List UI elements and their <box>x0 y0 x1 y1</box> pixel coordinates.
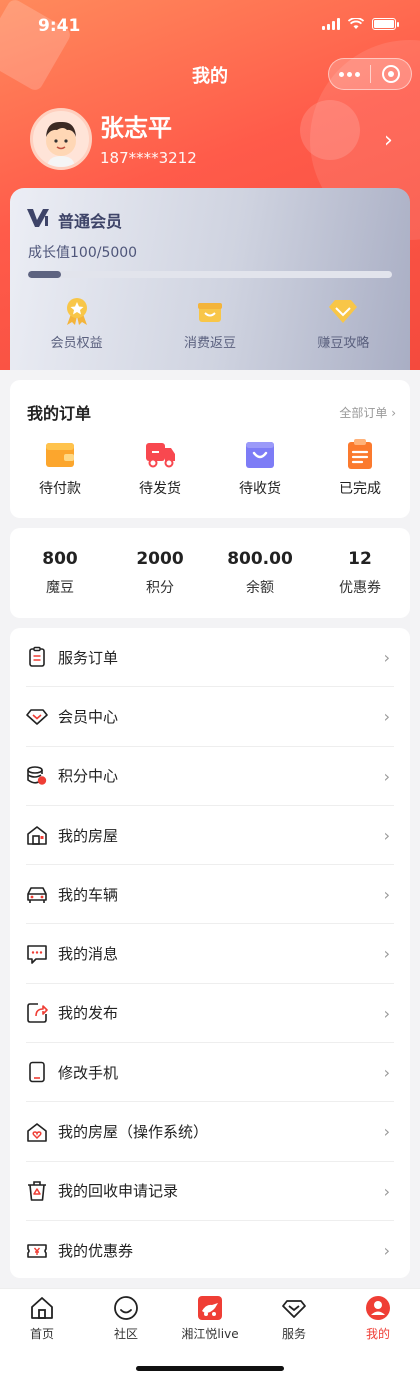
order-status-row: 待付款 待发货 待收货 已完成 <box>10 438 410 498</box>
profile-header: 9:41 我的 张志平 187****3212 › 普通会员 成长值100/50… <box>0 0 420 370</box>
points-coins-icon <box>27 765 47 785</box>
clipboard-icon <box>348 439 372 469</box>
growth-progress-fill <box>28 271 61 278</box>
wifi-icon <box>348 18 364 29</box>
chevron-right-icon: › <box>383 1181 390 1201</box>
menu-item-member-center[interactable]: 会员中心 › <box>26 687 394 747</box>
recycle-bin-icon <box>28 1181 46 1201</box>
menu-item-service-orders[interactable]: 服务订单 › <box>26 628 394 688</box>
message-icon <box>27 944 47 964</box>
status-time: 9:41 <box>38 16 81 36</box>
asset-coupons[interactable]: 12 优惠券 <box>310 528 410 618</box>
menu-item-my-posts[interactable]: 我的发布 › <box>26 984 394 1044</box>
all-orders-link[interactable]: 全部订单 › <box>339 404 396 421</box>
house-heart-icon <box>27 1122 47 1142</box>
menu-item-recycle-records[interactable]: 我的回收申请记录 › <box>26 1162 394 1221</box>
coupon-icon <box>27 1243 47 1258</box>
car-icon <box>27 887 47 904</box>
tab-community[interactable]: 社区 <box>84 1289 168 1349</box>
perk-consumption-rebate[interactable]: 消费返豆 <box>143 296 276 351</box>
publish-icon <box>27 1003 48 1023</box>
decorative-bubble-small <box>300 100 360 160</box>
house-icon <box>27 826 47 845</box>
close-target-icon[interactable] <box>370 65 411 83</box>
status-icons <box>322 18 399 30</box>
perk-member-rights[interactable]: 会员权益 <box>10 296 143 351</box>
gift-box-icon <box>195 296 225 326</box>
chevron-right-icon: › <box>383 944 390 964</box>
orders-card: 我的订单 全部订单 › 待付款 待发货 待收货 已完成 <box>10 380 410 518</box>
diamond-icon <box>328 296 358 326</box>
chevron-right-icon: › <box>383 766 390 786</box>
shopping-bag-icon <box>246 442 274 468</box>
more-icon[interactable] <box>329 71 370 77</box>
order-pending-receipt[interactable]: 待收货 <box>210 438 310 498</box>
order-completed[interactable]: 已完成 <box>310 438 410 498</box>
tab-service[interactable]: 服务 <box>252 1289 336 1349</box>
membership-card[interactable]: 普通会员 成长值100/5000 会员权益 消费返豆 赚豆攻略 <box>10 188 410 370</box>
profile-arrow-icon[interactable]: › <box>384 128 393 153</box>
asset-magic-beans[interactable]: 800 魔豆 <box>10 528 110 618</box>
user-phone: 187****3212 <box>100 149 197 167</box>
chevron-right-icon: › <box>383 707 390 727</box>
home-indicator <box>136 1366 284 1371</box>
menu-item-my-vehicle[interactable]: 我的车辆 › <box>26 865 394 925</box>
menu-item-my-coupons[interactable]: 我的优惠券 › <box>26 1221 394 1280</box>
tab-mine[interactable]: 我的 <box>336 1289 420 1349</box>
signal-icon <box>322 18 340 30</box>
service-icon <box>282 1300 306 1318</box>
assets-card: 800 魔豆 2000 积分 800.00 余额 12 优惠券 <box>10 528 410 618</box>
bottom-tab-bar: 首页 社区 湘江悦live 服务 我的 <box>0 1288 420 1381</box>
vip-logo-icon <box>27 209 49 227</box>
medal-icon <box>62 296 92 326</box>
perk-list: 会员权益 消费返豆 赚豆攻略 <box>10 296 410 351</box>
order-pending-payment[interactable]: 待付款 <box>10 438 110 498</box>
status-bar: 9:41 <box>0 0 420 52</box>
live-icon <box>198 1296 222 1320</box>
asset-points[interactable]: 2000 积分 <box>110 528 210 618</box>
growth-value: 成长值100/5000 <box>28 245 138 261</box>
smile-icon <box>114 1296 138 1320</box>
chevron-right-icon: › <box>383 1240 390 1260</box>
chevron-right-icon: › <box>391 406 396 420</box>
menu-item-my-messages[interactable]: 我的消息 › <box>26 924 394 984</box>
chevron-right-icon: › <box>383 648 390 667</box>
orders-title: 我的订单 <box>27 404 92 423</box>
menu-item-points-center[interactable]: 积分中心 › <box>26 747 394 806</box>
growth-progress-bar <box>28 271 392 278</box>
tab-home[interactable]: 首页 <box>0 1289 84 1349</box>
mini-program-capsule[interactable] <box>328 58 412 90</box>
menu-item-change-phone[interactable]: 修改手机 › <box>26 1043 394 1103</box>
profile-icon <box>366 1296 390 1320</box>
order-pending-shipment[interactable]: 待发货 <box>110 438 210 498</box>
chevron-right-icon: › <box>383 885 390 905</box>
service-order-icon <box>29 646 45 667</box>
delivery-truck-icon <box>146 443 175 468</box>
menu-item-my-house-os[interactable]: 我的房屋（操作系统） › <box>26 1102 394 1162</box>
username: 张志平 <box>100 114 172 142</box>
membership-level: 普通会员 <box>58 212 123 231</box>
chevron-right-icon: › <box>383 1122 390 1142</box>
asset-balance[interactable]: 800.00 余额 <box>210 528 310 618</box>
tab-live[interactable]: 湘江悦live <box>168 1289 252 1349</box>
wallet-icon <box>46 443 74 467</box>
battery-icon <box>372 18 399 30</box>
menu-item-my-house[interactable]: 我的房屋 › <box>26 806 394 866</box>
perk-earn-beans-guide[interactable]: 赚豆攻略 <box>277 296 410 351</box>
member-diamond-icon <box>26 709 48 726</box>
chevron-right-icon: › <box>383 1003 390 1023</box>
chevron-right-icon: › <box>383 1063 390 1083</box>
avatar[interactable] <box>30 108 92 170</box>
menu-list: 服务订单 › 会员中心 › 积分中心 › 我的房屋 › 我的车辆 › 我的消息 … <box>10 628 410 1278</box>
home-icon <box>31 1297 53 1319</box>
chevron-right-icon: › <box>383 825 390 845</box>
phone-icon <box>29 1061 45 1083</box>
